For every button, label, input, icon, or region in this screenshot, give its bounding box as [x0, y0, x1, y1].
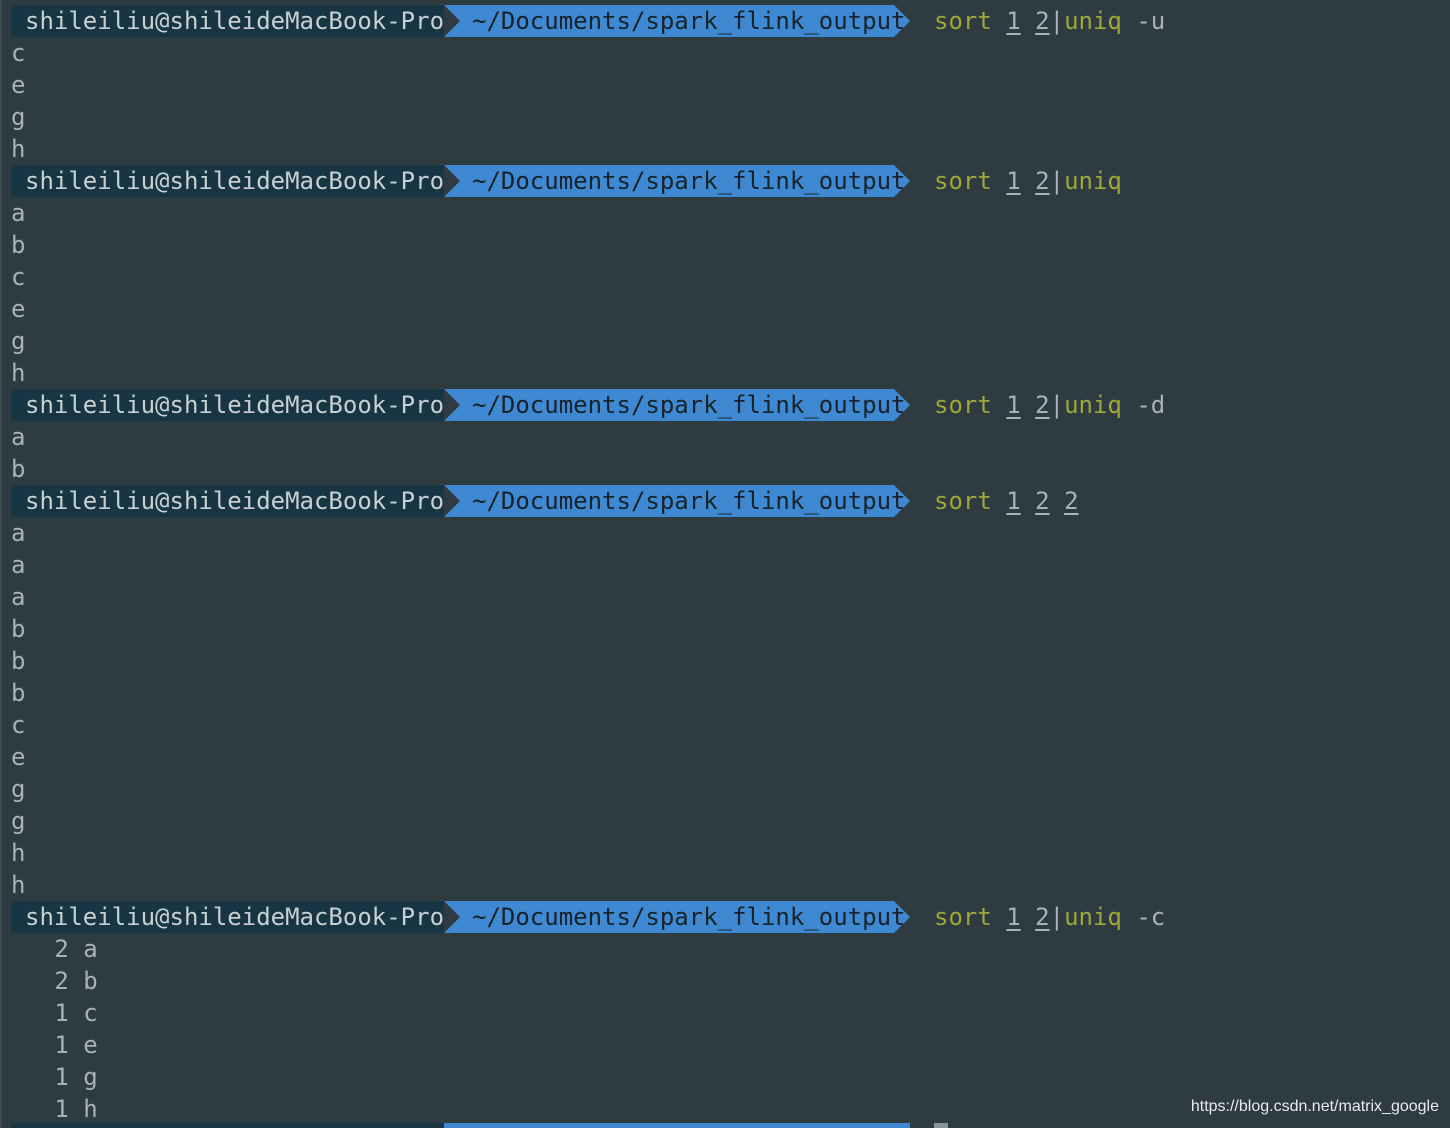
- text-cursor: [934, 1123, 948, 1128]
- window-edge: [0, 0, 2, 1128]
- command-text: sort 1 2|uniq -u: [934, 5, 1165, 37]
- output-line: h: [11, 359, 26, 387]
- output-line: g: [11, 807, 26, 835]
- output-line: h: [11, 135, 26, 163]
- output-line: h: [11, 871, 26, 899]
- command-arg: 1: [1006, 903, 1021, 931]
- pipe-command: uniq: [1064, 167, 1122, 195]
- prompt-path: ~/Documents/spark_flink_output: [444, 165, 910, 197]
- command-arg: 1: [1006, 487, 1021, 515]
- command-arg: 2: [1035, 167, 1050, 195]
- command-name: sort: [934, 391, 992, 419]
- prompt-line: shileiliu@shileideMacBook-Pro ~/Documents…: [11, 485, 1211, 517]
- output-line: a: [11, 583, 26, 611]
- output-line: b: [11, 455, 26, 483]
- output-line: b: [11, 231, 26, 259]
- output-line: e: [11, 295, 26, 323]
- prompt-user-segment: [11, 1123, 444, 1128]
- command-arg: 2: [1035, 903, 1050, 931]
- prompt-path-segment: [444, 1123, 910, 1128]
- prompt-line: shileiliu@shileideMacBook-Pro ~/Documents…: [11, 389, 1211, 421]
- output-line: e: [11, 743, 26, 771]
- output-line: h: [11, 839, 26, 867]
- output-line: 1 c: [11, 999, 98, 1027]
- command-arg: 1: [1006, 391, 1021, 419]
- command-arg: 2: [1035, 487, 1050, 515]
- pipe-symbol: |: [1049, 7, 1065, 35]
- terminal-window[interactable]: shileiliu@shileideMacBook-Pro ~/Documents…: [0, 0, 1450, 1128]
- prompt-user-host: shileiliu@shileideMacBook-Pro: [11, 165, 444, 197]
- pipe-symbol: |: [1049, 167, 1065, 195]
- output-line: 2 a: [11, 935, 98, 963]
- prompt-user-host: shileiliu@shileideMacBook-Pro: [11, 901, 444, 933]
- pipe-symbol: |: [1049, 903, 1065, 931]
- command-arg: 2: [1035, 391, 1050, 419]
- command-text: sort 1 2|uniq -d: [934, 389, 1165, 421]
- prompt-user-host: shileiliu@shileideMacBook-Pro: [11, 485, 444, 517]
- prompt-line: shileiliu@shileideMacBook-Pro ~/Documents…: [11, 165, 1211, 197]
- prompt-line: shileiliu@shileideMacBook-Pro ~/Documents…: [11, 5, 1211, 37]
- output-line: g: [11, 103, 26, 131]
- command-arg: 2: [1035, 7, 1050, 35]
- output-line: 1 g: [11, 1063, 98, 1091]
- output-line: a: [11, 551, 26, 579]
- pipe-command: uniq: [1064, 903, 1122, 931]
- command-text: sort 1 2 2: [934, 485, 1079, 517]
- output-line: 1 e: [11, 1031, 98, 1059]
- prompt-path: ~/Documents/spark_flink_output: [444, 485, 910, 517]
- pipe-command: uniq: [1064, 391, 1122, 419]
- output-line: g: [11, 775, 26, 803]
- command-flag: -d: [1136, 391, 1166, 419]
- output-line: c: [11, 39, 26, 67]
- watermark: https://blog.csdn.net/matrix_google: [1190, 1098, 1439, 1115]
- output-line: b: [11, 647, 26, 675]
- output-line: a: [11, 199, 26, 227]
- output-line: c: [11, 711, 26, 739]
- output-line: 2 b: [11, 967, 98, 995]
- pipe-symbol: |: [1049, 391, 1065, 419]
- command-name: sort: [934, 487, 992, 515]
- output-line: a: [11, 519, 26, 547]
- command-arg: 1: [1006, 7, 1021, 35]
- command-arg: 2: [1064, 487, 1079, 515]
- prompt-path: ~/Documents/spark_flink_output: [444, 5, 910, 37]
- output-line: a: [11, 423, 26, 451]
- output-line: b: [11, 615, 26, 643]
- output-line: b: [11, 679, 26, 707]
- pipe-command: uniq: [1064, 7, 1122, 35]
- command-name: sort: [934, 7, 992, 35]
- output-line: c: [11, 263, 26, 291]
- command-text: sort 1 2|uniq -c: [934, 901, 1165, 933]
- command-name: sort: [934, 903, 992, 931]
- output-line: g: [11, 327, 26, 355]
- command-flag: -c: [1136, 903, 1166, 931]
- command-text: sort 1 2|uniq: [934, 165, 1122, 197]
- command-name: sort: [934, 167, 992, 195]
- output-line: e: [11, 71, 26, 99]
- prompt-line: shileiliu@shileideMacBook-Pro ~/Documents…: [11, 901, 1211, 933]
- prompt-user-host: shileiliu@shileideMacBook-Pro: [11, 5, 444, 37]
- command-flag: -u: [1136, 7, 1166, 35]
- prompt-path: ~/Documents/spark_flink_output: [444, 901, 910, 933]
- output-line: 1 h: [11, 1095, 98, 1123]
- prompt-user-host: shileiliu@shileideMacBook-Pro: [11, 389, 444, 421]
- command-arg: 1: [1006, 167, 1021, 195]
- prompt-path: ~/Documents/spark_flink_output: [444, 389, 910, 421]
- next-prompt: [11, 1123, 911, 1128]
